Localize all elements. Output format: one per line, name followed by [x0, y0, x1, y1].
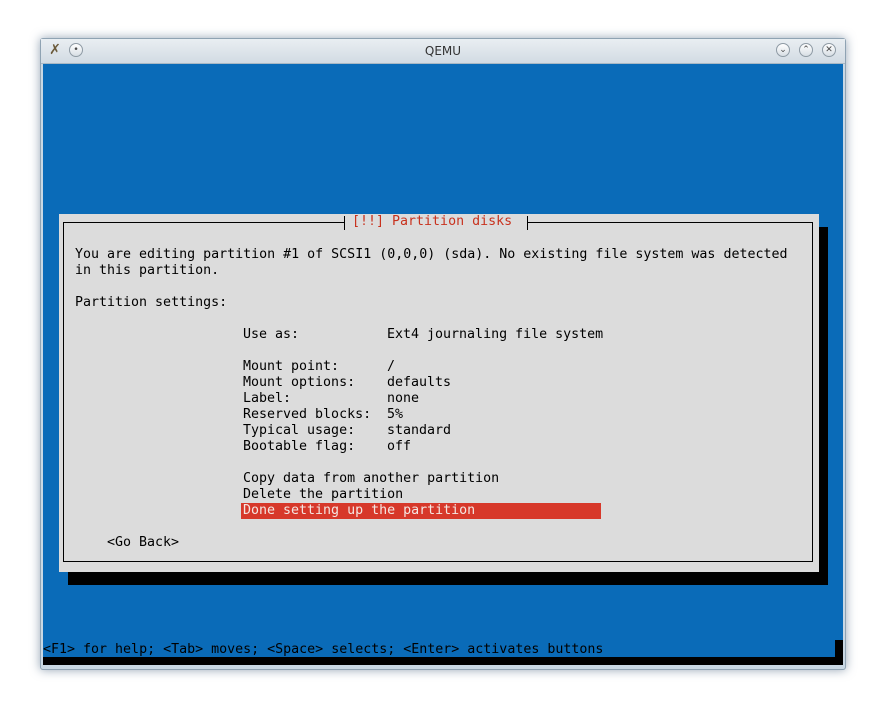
close-button[interactable]: ✕: [822, 43, 836, 57]
action-done-setting-up[interactable]: Done setting up the partition: [243, 503, 475, 519]
setting-value-mount-options[interactable]: defaults: [387, 375, 451, 391]
setting-value-reserved-blocks[interactable]: 5%: [387, 407, 403, 423]
minimize-button[interactable]: ⌄: [776, 43, 790, 57]
go-back-button[interactable]: <Go Back>: [107, 535, 179, 551]
dialog-title: [!!] Partition disks: [352, 214, 513, 229]
setting-label-mount-point[interactable]: Mount point:: [243, 359, 339, 375]
status-bar-shadow: [43, 657, 843, 665]
frame-top-left: [63, 222, 345, 223]
setting-value-bootable-flag[interactable]: off: [387, 439, 411, 455]
setting-value-mount-point[interactable]: /: [387, 359, 395, 375]
vm-screen[interactable]: [!!] Partition disks You are editing par…: [43, 64, 843, 665]
window-title: QEMU: [424, 44, 462, 58]
maximize-button[interactable]: ⌃: [799, 43, 813, 57]
frame-title-tick-left: [344, 216, 345, 230]
title-bar[interactable]: ✗ • QEMU ⌄ ⌃ ✕: [41, 39, 845, 64]
setting-label-mount-options[interactable]: Mount options:: [243, 375, 355, 391]
action-copy-data[interactable]: Copy data from another partition: [243, 471, 499, 487]
setting-label-label[interactable]: Label:: [243, 391, 291, 407]
setting-value-label[interactable]: none: [387, 391, 419, 407]
setting-label-reserved-blocks[interactable]: Reserved blocks:: [243, 407, 371, 423]
frame-top-right: [527, 222, 813, 223]
partition-dialog: [!!] Partition disks You are editing par…: [59, 214, 819, 572]
setting-label-use-as[interactable]: Use as:: [243, 327, 299, 343]
intro-text-line-1: You are editing partition #1 of SCSI1 (0…: [75, 247, 788, 262]
status-bar-edge: [835, 640, 843, 665]
setting-value-typical-usage[interactable]: standard: [387, 423, 451, 439]
intro-text-line-2: in this partition.: [75, 263, 220, 278]
setting-label-bootable-flag[interactable]: Bootable flag:: [243, 439, 355, 455]
setting-value-use-as[interactable]: Ext4 journaling file system: [387, 327, 603, 343]
setting-label-typical-usage[interactable]: Typical usage:: [243, 423, 355, 439]
settings-heading: Partition settings:: [75, 295, 228, 310]
frame-title-tick-right: [527, 216, 528, 230]
qemu-window: ✗ • QEMU ⌄ ⌃ ✕ [!!] Partition disks You …: [40, 38, 846, 670]
action-delete-partition[interactable]: Delete the partition: [243, 487, 403, 503]
status-help-text: <F1> for help; <Tab> moves; <Space> sele…: [43, 642, 604, 657]
